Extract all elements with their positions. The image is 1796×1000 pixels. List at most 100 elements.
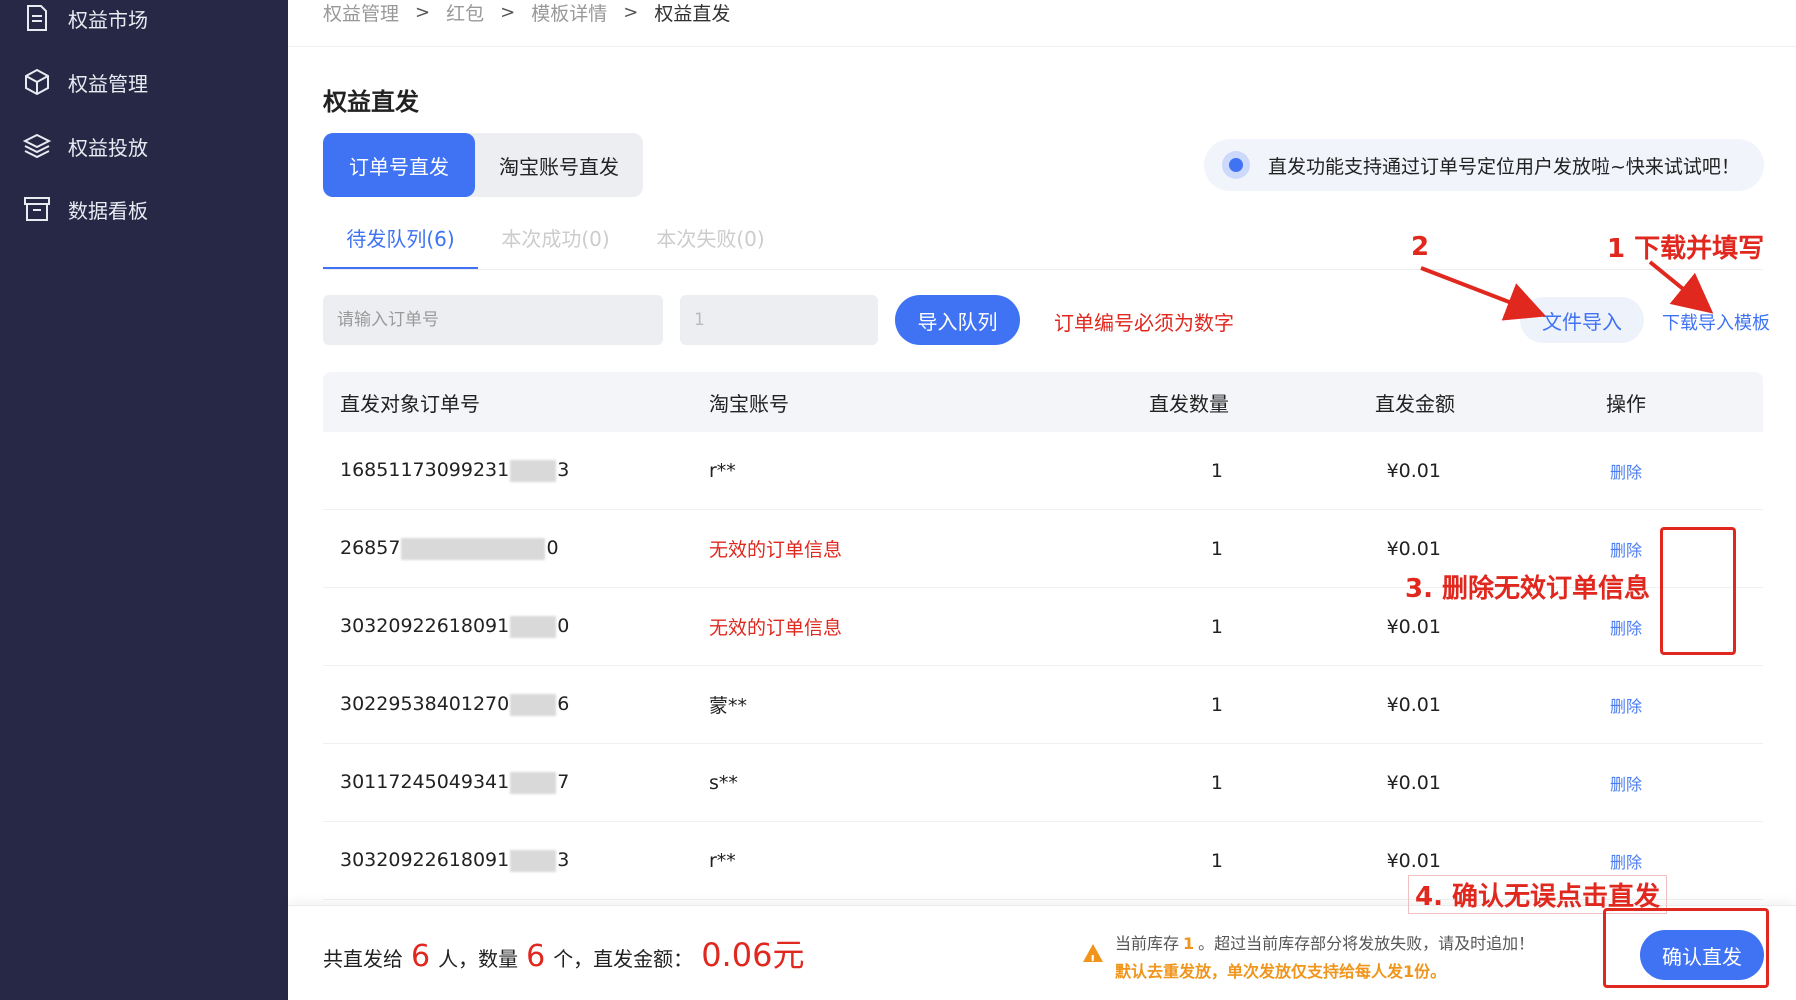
redacted-mask [510, 849, 557, 872]
delete-button[interactable]: 删除 [1489, 459, 1763, 483]
sidebar: 权益市场 权益管理 权益投放 数据看板 [0, 0, 288, 1000]
amount-cell: ¥0.01 [1386, 615, 1441, 638]
tab-failed[interactable]: 本次失败(0) [633, 222, 788, 270]
order-number-cell: 26857 0 [340, 537, 559, 560]
column-header: 操作 [1606, 391, 1646, 416]
account-cell: r** [709, 459, 736, 482]
breadcrumb: 权益管理 > 红包 > 模板详情 > 权益直发 [323, 0, 731, 26]
redacted-mask [510, 459, 557, 482]
breadcrumb-item[interactable]: 红包 [446, 0, 484, 26]
file-import-button[interactable]: 文件导入 [1520, 297, 1644, 343]
summary-label: 人，数量 [438, 947, 519, 971]
redacted-mask [510, 693, 557, 716]
breadcrumb-item[interactable]: 权益管理 [323, 0, 399, 26]
tab-order-direct[interactable]: 订单号直发 [323, 133, 475, 197]
annotation-step-2: 2 [1411, 232, 1430, 262]
chevron-right-icon: > [623, 1, 639, 23]
account-cell: r** [709, 849, 736, 872]
column-header: 直发数量 [1149, 391, 1229, 416]
info-icon [1222, 151, 1250, 179]
download-template-link[interactable]: 下载导入模板 [1662, 309, 1770, 335]
validation-hint: 订单编号必须为数字 [1054, 311, 1234, 335]
sidebar-item-label: 权益市场 [68, 7, 148, 32]
sidebar-item-label: 权益管理 [68, 71, 148, 96]
summary-label: 共直发给 [323, 947, 403, 971]
sidebar-item-dashboard[interactable]: 数据看板 [22, 189, 148, 229]
tab-taobao-account-direct[interactable]: 淘宝账号直发 [475, 133, 643, 197]
amount-cell: ¥0.01 [1386, 849, 1441, 872]
table-row: 30229538401270 6 蒙** 1 ¥0.01 删除 [323, 666, 1763, 744]
table-row: 30117245049341 7 s** 1 ¥0.01 删除 [323, 744, 1763, 822]
amount-cell: ¥0.01 [1386, 537, 1441, 560]
breadcrumb-item[interactable]: 模板详情 [531, 0, 607, 26]
delete-button[interactable]: 删除 [1489, 771, 1763, 795]
tip-banner: 直发功能支持通过订单号定位用户发放啦~快来试试吧！ [1204, 139, 1764, 191]
order-table: 直发对象订单号 淘宝账号 直发数量 直发金额 操作 16851173099231… [323, 372, 1763, 900]
warning-icon [1083, 944, 1103, 974]
delete-button[interactable]: 删除 [1489, 849, 1763, 873]
quantity-cell: 1 [1210, 615, 1223, 638]
annotation-step-1: 1 下载并填写 [1607, 234, 1765, 264]
tip-text: 直发功能支持通过订单号定位用户发放啦~快来试试吧！ [1268, 155, 1740, 178]
item-count: 6 [526, 939, 546, 974]
column-header: 直发金额 [1375, 391, 1455, 416]
summary-footer: 共直发给 6 人，数量 6 个，直发金额： 0.06元 当前库存1。超过当前库存… [288, 905, 1796, 1000]
redacted-mask [401, 537, 546, 560]
people-count: 6 [411, 939, 431, 974]
account-cell: 无效的订单信息 [709, 617, 843, 639]
quantity-cell: 1 [1210, 693, 1223, 716]
total-amount: 0.06元 [701, 936, 805, 974]
summary-label: 个，直发金额： [553, 947, 694, 971]
table-header: 直发对象订单号 淘宝账号 直发数量 直发金额 操作 [323, 372, 1763, 432]
order-number-cell: 30117245049341 7 [340, 771, 570, 794]
sidebar-item-rights-market[interactable]: 权益市场 [22, 0, 148, 38]
import-queue-button[interactable]: 导入队列 [895, 295, 1020, 345]
divider [288, 46, 1796, 47]
queue-tabs: 待发队列(6) 本次成功(0) 本次失败(0) [323, 222, 788, 270]
warning-line-2: 默认去重发放，单次发放仅支持给每人发1份。 [1115, 962, 1447, 981]
tab-pending-queue[interactable]: 待发队列(6) [323, 222, 478, 270]
stock-count: 1 [1183, 934, 1195, 953]
stock-warning: 当前库存1。超过当前库存部分将发放失败，请及时追加！ 默认去重发放，单次发放仅支… [1083, 930, 1534, 986]
breadcrumb-current: 权益直发 [654, 2, 731, 25]
amount-cell: ¥0.01 [1386, 459, 1441, 482]
archive-icon [24, 197, 50, 221]
main-content: 权益管理 > 红包 > 模板详情 > 权益直发 权益直发 订单号直发 淘宝账号直… [288, 0, 1796, 1000]
layers-icon [22, 133, 52, 159]
document-icon [27, 5, 47, 31]
table-row: 16851173099231 3 r** 1 ¥0.01 删除 [323, 432, 1763, 510]
sidebar-item-label: 数据看板 [68, 198, 148, 223]
order-number-input[interactable] [323, 295, 663, 345]
divider [323, 269, 1763, 270]
quantity-cell: 1 [1210, 537, 1223, 560]
quantity-input[interactable] [680, 295, 878, 345]
chevron-right-icon: > [500, 1, 516, 23]
box-icon [25, 68, 49, 96]
order-number-cell: 16851173099231 3 [340, 459, 570, 482]
sidebar-item-label: 权益投放 [68, 135, 148, 160]
summary-text: 共直发给 6 人，数量 6 个，直发金额： 0.06元 [323, 930, 804, 976]
highlight-box-confirm [1603, 908, 1769, 988]
annotation-step-3: 3. 删除无效订单信息 [1405, 574, 1651, 604]
order-number-cell: 30320922618091 3 [340, 849, 570, 872]
column-header: 直发对象订单号 [340, 391, 480, 416]
quantity-cell: 1 [1210, 771, 1223, 794]
order-number-cell: 30320922618091 0 [340, 615, 570, 638]
column-header: 淘宝账号 [709, 391, 789, 416]
chevron-right-icon: > [415, 1, 431, 23]
delete-button[interactable]: 删除 [1489, 693, 1763, 717]
account-cell: 蒙** [709, 695, 748, 717]
order-number-cell: 30229538401270 6 [340, 693, 570, 716]
redacted-mask [510, 615, 557, 638]
mode-toggle: 订单号直发 淘宝账号直发 [323, 133, 643, 197]
sidebar-item-rights-delivery[interactable]: 权益投放 [22, 126, 148, 166]
highlight-box-delete [1660, 527, 1736, 655]
sidebar-item-rights-manage[interactable]: 权益管理 [22, 62, 148, 102]
tab-success[interactable]: 本次成功(0) [478, 222, 633, 270]
redacted-mask [510, 771, 557, 794]
account-cell: 无效的订单信息 [709, 539, 843, 561]
quantity-cell: 1 [1210, 849, 1223, 872]
amount-cell: ¥0.01 [1386, 771, 1441, 794]
warning-line-1: 当前库存 1 。超过当前库存部分将发放失败，请及时追加！ [1115, 934, 1535, 953]
amount-cell: ¥0.01 [1386, 693, 1441, 716]
